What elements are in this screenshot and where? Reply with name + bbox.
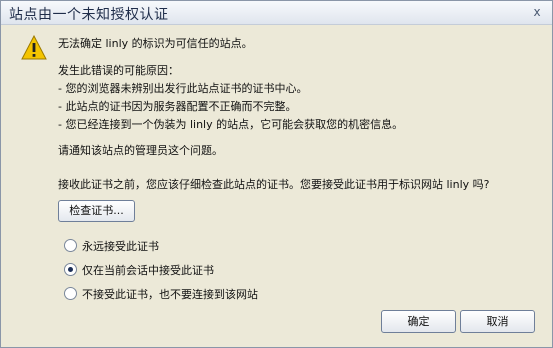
reasons-title: 发生此错误的可能原因： — [58, 64, 179, 77]
title-bar: 站点由一个未知授权认证 x — [1, 1, 552, 25]
reason-1: - 您的浏览器未辨别出发行此站点证书的证书中心。 — [58, 82, 308, 95]
warning-icon — [21, 35, 47, 60]
message-line-1: 无法确定 linly 的标识为可信任的站点。 — [58, 37, 253, 50]
cancel-button[interactable]: 取消 — [460, 310, 535, 333]
reason-3: - 您已经连接到一个伪装为 linly 的站点，它可能会获取您的机密信息。 — [58, 118, 404, 131]
notify-text: 请通知该站点的管理员这个问题。 — [58, 144, 223, 157]
ok-button[interactable]: 确定 — [381, 310, 456, 333]
certificate-dialog: 站点由一个未知授权认证 x 无法确定 linly 的标识为可信任的站点。 发生此… — [0, 0, 553, 348]
accept-session-label[interactable]: 仅在当前会话中接受此证书 — [82, 262, 214, 278]
question-text: 接收此证书之前，您应该仔细检查此站点的证书。您要接受此证书用于标识网站 linl… — [58, 178, 490, 191]
radio-selected-dot — [68, 267, 73, 272]
close-icon[interactable]: x — [530, 5, 544, 19]
dialog-title: 站点由一个未知授权认证 — [9, 7, 169, 23]
reason-2: - 此站点的证书因为服务器配置不正确而不完整。 — [58, 100, 297, 113]
radio-accept-session[interactable] — [64, 263, 77, 276]
dialog-content: 无法确定 linly 的标识为可信任的站点。 发生此错误的可能原因： - 您的浏… — [1, 25, 552, 347]
radio-reject[interactable] — [64, 287, 77, 300]
radio-accept-permanently[interactable] — [64, 239, 77, 252]
reject-label[interactable]: 不接受此证书，也不要连接到该网站 — [82, 286, 258, 302]
examine-certificate-button[interactable]: 检查证书... — [58, 200, 135, 222]
accept-permanently-label[interactable]: 永远接受此证书 — [82, 238, 159, 254]
